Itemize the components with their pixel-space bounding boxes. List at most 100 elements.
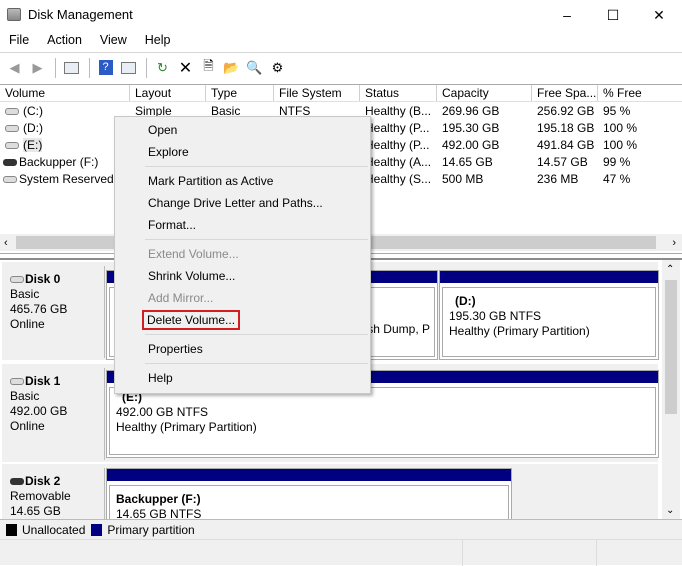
status-bar xyxy=(0,539,682,566)
legend-unallocated: Unallocated xyxy=(22,522,86,537)
scroll-right-icon[interactable]: › xyxy=(672,237,676,249)
vertical-scroll-thumb[interactable] xyxy=(665,280,677,414)
menu-action[interactable]: Action xyxy=(38,31,91,51)
partition-status: Healthy (Primary Partition) xyxy=(449,324,590,338)
toolbar-separator xyxy=(146,57,147,78)
menu-item-add-mirror: Add Mirror... xyxy=(148,291,214,305)
menu-item-mark-active[interactable]: Mark Partition as Active xyxy=(115,170,370,192)
title-bar: Disk Management – ☐ ✕ xyxy=(0,0,682,30)
removable-disk-icon xyxy=(10,478,24,486)
column-type[interactable]: Type xyxy=(206,85,274,101)
explore-icon[interactable]: 🔍 xyxy=(244,58,265,78)
open-icon[interactable]: 📂 xyxy=(221,58,242,78)
removable-drive-icon xyxy=(3,158,17,166)
pct-free-cell: 99 % xyxy=(603,154,631,169)
scroll-down-icon[interactable]: ⌄ xyxy=(666,505,674,516)
properties-icon[interactable]: 🗎 xyxy=(198,58,219,78)
back-icon[interactable]: ◀ xyxy=(4,58,25,78)
pct-free-cell: 47 % xyxy=(603,171,631,186)
menu-separator xyxy=(145,166,368,167)
drive-icon xyxy=(5,107,19,115)
drive-icon xyxy=(5,141,19,149)
volume-name: System Reserved xyxy=(19,171,114,186)
volume-name: (C:) xyxy=(23,103,43,118)
delete-icon[interactable]: ✕ xyxy=(175,58,196,78)
menu-file[interactable]: File xyxy=(0,31,38,51)
free-cell: 491.84 GB xyxy=(537,137,595,152)
scroll-left-icon[interactable]: ‹ xyxy=(4,237,8,249)
menu-view[interactable]: View xyxy=(91,31,136,51)
capacity-cell: 492.00 GB xyxy=(442,137,500,152)
disk-status: Online xyxy=(10,317,45,331)
context-menu: Open Explore Mark Partition as Active Ch… xyxy=(114,116,371,394)
column-file-system[interactable]: File System xyxy=(274,85,360,101)
menu-item-help[interactable]: Help xyxy=(115,367,370,389)
disk-type: Removable xyxy=(10,489,71,503)
partition-status: Healthy (Primary Partition) xyxy=(116,420,257,434)
disk-type: Basic xyxy=(10,389,40,403)
column-free-space[interactable]: Free Spa... xyxy=(532,85,598,101)
maximize-button[interactable]: ☐ xyxy=(590,0,636,30)
pct-free-cell: 100 % xyxy=(603,120,638,135)
close-button[interactable]: ✕ xyxy=(636,0,682,30)
free-cell: 195.18 GB xyxy=(537,120,595,135)
column-percent-free[interactable]: % Free xyxy=(598,85,682,101)
primary-partition-swatch xyxy=(91,523,103,536)
menu-item-explore[interactable]: Explore xyxy=(115,141,370,163)
menu-item-shrink-volume[interactable]: Shrink Volume... xyxy=(115,265,370,287)
column-layout[interactable]: Layout xyxy=(130,85,206,101)
menu-item-open[interactable]: Open xyxy=(115,119,370,141)
disk-icon xyxy=(10,378,24,386)
partition-status: ash Dump, P xyxy=(360,322,430,336)
disk-size: 492.00 GB xyxy=(10,404,68,418)
drive-icon xyxy=(3,175,17,183)
disk-name: Disk 1 xyxy=(25,374,61,388)
menu-item-format[interactable]: Format... xyxy=(115,214,370,236)
pct-free-cell: 100 % xyxy=(603,137,638,152)
menu-help[interactable]: Help xyxy=(136,31,180,51)
show-hide-console-tree-icon[interactable] xyxy=(61,58,82,78)
unallocated-swatch xyxy=(6,523,17,536)
menu-bar: File Action View Help xyxy=(0,31,682,51)
column-capacity[interactable]: Capacity xyxy=(437,85,532,101)
menu-item-delete-volume[interactable]: Delete Volume... xyxy=(115,309,370,331)
column-volume[interactable]: Volume xyxy=(0,85,130,101)
legend: Unallocated Primary partition xyxy=(0,519,682,539)
partition-detail: 195.30 GB NTFS xyxy=(449,309,542,323)
capacity-cell: 500 MB xyxy=(442,171,484,186)
scroll-up-icon[interactable]: ⌃ xyxy=(666,264,674,275)
menu-separator xyxy=(145,239,368,240)
disk-status: Online xyxy=(10,419,45,433)
vertical-scrollbar[interactable]: ⌃ ⌄ xyxy=(662,260,680,522)
show-hide-action-pane-icon[interactable] xyxy=(118,58,139,78)
disk-row[interactable]: Disk 2 Removable 14.65 GB Backupper (F:)… xyxy=(2,464,658,547)
primary-partition-bar xyxy=(107,469,511,481)
volume-name: (D:) xyxy=(23,120,43,135)
disk-info[interactable]: Disk 0 Basic 465.76 GB Online xyxy=(4,266,105,358)
status-cell: Healthy (P... xyxy=(365,120,430,135)
status-cell: Healthy (P... xyxy=(365,137,430,152)
pct-free-cell: 95 % xyxy=(603,103,631,118)
delete-volume-highlight[interactable]: Delete Volume... xyxy=(141,310,241,330)
partition-detail: 492.00 GB NTFS xyxy=(116,405,209,419)
capacity-cell: 195.30 GB xyxy=(442,120,500,135)
partition-block[interactable]: (D:) 195.30 GB NTFS Healthy (Primary Par… xyxy=(439,270,659,360)
window-title: Disk Management xyxy=(28,7,133,22)
forward-icon[interactable]: ▶ xyxy=(27,58,48,78)
toolbar-separator xyxy=(55,57,56,78)
disk-info[interactable]: Disk 1 Basic 492.00 GB Online xyxy=(4,368,105,460)
volume-name: (E:) xyxy=(23,137,43,152)
disk-size: 14.65 GB xyxy=(10,504,61,518)
menu-item-change-drive-letter[interactable]: Change Drive Letter and Paths... xyxy=(115,192,370,214)
minimize-button[interactable]: – xyxy=(544,0,590,30)
refresh-icon[interactable]: ↻ xyxy=(152,58,173,78)
free-cell: 256.92 GB xyxy=(537,103,595,118)
column-status[interactable]: Status xyxy=(360,85,437,101)
toolbar: ◀ ▶ ? ↻ ✕ 🗎 📂 🔍 ⚙ xyxy=(0,52,682,82)
disk-name: Disk 0 xyxy=(25,272,61,286)
help-icon[interactable]: ? xyxy=(95,58,116,78)
menu-item-properties[interactable]: Properties xyxy=(115,338,370,360)
disk-info[interactable]: Disk 2 Removable 14.65 GB xyxy=(4,468,105,524)
drive-icon xyxy=(5,124,19,132)
settings-icon[interactable]: ⚙ xyxy=(267,58,288,78)
